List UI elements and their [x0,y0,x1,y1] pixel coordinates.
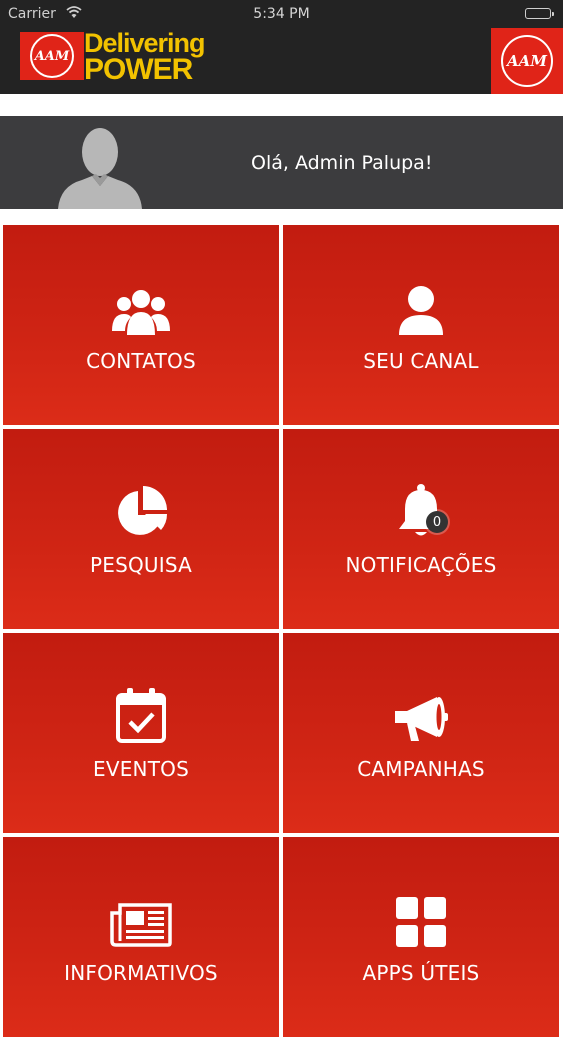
menu-label: SEU CANAL [363,349,479,373]
aam-logo-mark-right: AAM [501,35,553,87]
avatar-icon [52,120,148,209]
menu-tile-seu-canal[interactable]: SEU CANAL [283,225,559,425]
app-header: AAM Delivering POWER AAM [0,28,563,94]
notification-count-badge: 0 [426,511,448,533]
status-bar: Carrier 5:34 PM [0,0,563,28]
menu-tile-informativos[interactable]: INFORMATIVOS [3,837,279,1037]
menu-tile-notificacoes[interactable]: 0 NOTIFICAÇÕES [283,429,559,629]
greeting-text: Olá, Admin Palupa! [251,152,433,174]
menu-label: PESQUISA [89,553,193,577]
profile-banner: Olá, Admin Palupa! [0,116,563,209]
menu-tile-apps-uteis[interactable]: APPS ÚTEIS [283,837,559,1037]
calendar-check-icon [115,685,167,743]
aam-logo: AAM [20,32,84,80]
menu-grid: CONTATOS SEU CANAL PESQUISA 0 NOTIFICAÇÕ… [3,225,561,1037]
aam-logo-button[interactable]: AAM [491,28,563,94]
menu-label: EVENTOS [93,757,189,781]
bell-icon: 0 [396,481,448,539]
brand-line-2: POWER [84,53,193,86]
clock: 5:34 PM [253,6,310,22]
menu-tile-eventos[interactable]: EVENTOS [3,633,279,833]
pie-chart-icon [114,481,168,539]
menu-label: CONTATOS [86,349,196,373]
newspaper-icon [110,889,172,947]
menu-label: APPS ÚTEIS [362,961,480,985]
brand-wordmark: Delivering POWER [84,30,206,86]
users-icon [112,277,170,335]
user-icon [399,277,443,335]
aam-logo-mark: AAM [30,34,74,78]
menu-label: NOTIFICAÇÕES [345,553,497,577]
menu-tile-contatos[interactable]: CONTATOS [3,225,279,425]
menu-tile-campanhas[interactable]: CAMPANHAS [283,633,559,833]
menu-label: CAMPANHAS [357,757,485,781]
megaphone-icon [393,685,449,743]
menu-tile-pesquisa[interactable]: PESQUISA [3,429,279,629]
apps-grid-icon [396,889,446,947]
battery-icon [525,8,554,19]
menu-label: INFORMATIVOS [64,961,218,985]
